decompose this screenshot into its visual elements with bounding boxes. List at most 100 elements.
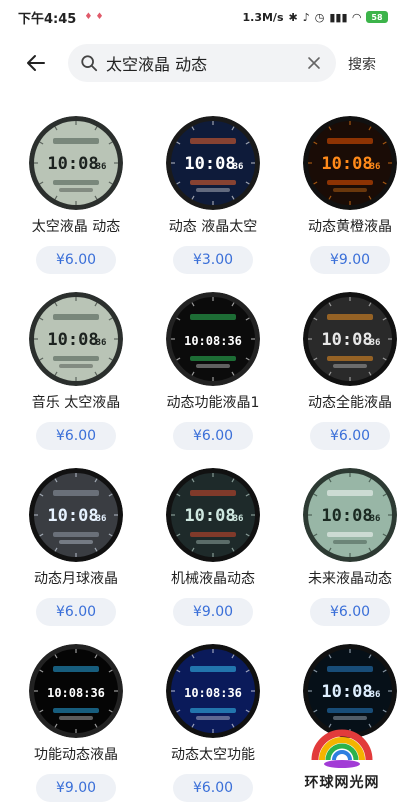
- price-button[interactable]: ¥6.00: [173, 422, 253, 450]
- watch-face-title: 机械液晶动态: [171, 571, 255, 587]
- watch-face-title: 未来液晶动态: [308, 571, 392, 587]
- status-left: 下午4:45 ♦ ♦: [18, 8, 104, 27]
- watch-seconds-text: 36: [96, 514, 107, 524]
- price-button[interactable]: ¥6.00: [36, 422, 116, 450]
- search-header: 搜索: [0, 42, 402, 84]
- watch-face-preview: 10:0836: [29, 292, 123, 386]
- price-button[interactable]: ¥9.00: [36, 774, 116, 802]
- status-bar: 下午4:45 ♦ ♦ 1.3M/s ✱ ♪ ◷ ▮▮▮ ◠ 58: [0, 0, 402, 34]
- wifi-icon: ◠: [352, 10, 361, 24]
- watch-face-preview: 10:0836: [303, 468, 397, 562]
- watermark-logo: 环球网光网: [286, 720, 398, 802]
- price-button[interactable]: ¥9.00: [310, 246, 390, 274]
- search-box[interactable]: [68, 44, 336, 82]
- watch-face-title: 动态全能液晶: [308, 395, 392, 411]
- watch-face-card[interactable]: 10:08:36 功能动态液晶 ¥9.00: [14, 632, 138, 807]
- notification-icon: ♦ ♦: [84, 12, 104, 22]
- watch-face-card[interactable]: 10:08 36 动态全能液晶 ¥6.00: [288, 280, 402, 456]
- bluetooth-icon: ✱: [288, 10, 298, 24]
- price-button[interactable]: ¥6.00: [36, 598, 116, 626]
- watch-face-title: 动态太空功能: [171, 747, 255, 763]
- watch-face-thumbnail[interactable]: 10:08 36: [303, 116, 397, 210]
- watch-face-thumbnail[interactable]: 10:08:36: [29, 644, 123, 738]
- watch-seconds-text: 36: [96, 338, 107, 348]
- search-icon: [81, 55, 98, 72]
- price-button[interactable]: ¥6.00: [173, 774, 253, 802]
- watch-time-text: 10:08: [321, 154, 372, 174]
- watch-face-preview: 10:08:36: [29, 644, 123, 738]
- price-button[interactable]: ¥9.00: [173, 598, 253, 626]
- watch-face-card[interactable]: 10:08 36 动态 液晶太空 ¥3.00: [151, 104, 275, 280]
- watch-face-card[interactable]: 10:08:36 动态功能液晶1 ¥6.00: [151, 280, 275, 456]
- watch-face-thumbnail[interactable]: 10:08 36: [166, 468, 260, 562]
- watch-time-text: 10:08: [47, 330, 98, 350]
- watch-time-text: 10:08: [47, 154, 98, 174]
- watch-time-text: 10:08: [184, 154, 235, 174]
- watch-face-card[interactable]: 10:08 36 音乐 太空液晶 ¥6.00: [14, 280, 138, 456]
- watch-seconds-text: 36: [233, 162, 244, 172]
- alarm-icon: ◷: [314, 10, 325, 24]
- watch-face-title: 功能动态液晶: [34, 747, 118, 763]
- watch-face-title: 动态 液晶太空: [168, 219, 258, 235]
- watermark-text: 环球网光网: [304, 775, 380, 791]
- search-submit-button[interactable]: 搜索: [348, 54, 376, 74]
- watch-time-text: 10:08: [47, 506, 98, 526]
- watch-face-thumbnail[interactable]: 10:08:36: [166, 292, 260, 386]
- watch-face-thumbnail[interactable]: 10:08 36: [29, 116, 123, 210]
- watch-face-card[interactable]: 10:08 36 太空液晶 动态 ¥6.00: [14, 104, 138, 280]
- watch-face-preview: 10:0836: [29, 468, 123, 562]
- clear-button[interactable]: [304, 53, 324, 73]
- status-right: 1.3M/s ✱ ♪ ◷ ▮▮▮ ◠ 58: [242, 10, 388, 24]
- watch-face-thumbnail[interactable]: 10:08 36: [29, 292, 123, 386]
- watch-face-card[interactable]: 10:08:36 动态太空功能 ¥6.00: [151, 632, 275, 807]
- back-arrow-icon: [27, 55, 45, 71]
- price-button[interactable]: ¥6.00: [36, 246, 116, 274]
- back-button[interactable]: [14, 42, 58, 84]
- watch-face-title: 动态黄橙液晶: [308, 219, 392, 235]
- watch-face-preview: 10:0836: [303, 116, 397, 210]
- watch-face-card[interactable]: 10:08 36 动态黄橙液晶 ¥9.00: [288, 104, 402, 280]
- watch-face-preview: 10:0836: [166, 468, 260, 562]
- status-time: 下午4:45: [18, 11, 77, 27]
- watch-face-card[interactable]: 10:08 36 动态月球液晶 ¥6.00: [14, 456, 138, 632]
- watch-time-text: 10:08: [184, 506, 235, 526]
- watch-time-text: 10:08:36: [184, 686, 242, 700]
- watch-seconds-text: 36: [233, 514, 244, 524]
- watch-face-title: 太空液晶 动态: [31, 219, 121, 235]
- close-icon: [308, 57, 320, 69]
- watch-face-thumbnail[interactable]: 10:08 36: [166, 116, 260, 210]
- price-button[interactable]: ¥3.00: [173, 246, 253, 274]
- watch-face-title: 音乐 太空液晶: [31, 395, 121, 411]
- watch-seconds-text: 36: [96, 162, 107, 172]
- watch-face-card[interactable]: 10:08 36 未来液晶动态 ¥6.00: [288, 456, 402, 632]
- battery-icon: 58: [366, 11, 388, 23]
- watch-seconds-text: 36: [370, 690, 381, 700]
- watch-face-preview: 10:0836: [166, 116, 260, 210]
- mute-icon: ♪: [302, 10, 310, 24]
- watch-face-thumbnail[interactable]: 10:08 36: [303, 468, 397, 562]
- watch-face-title: 动态月球液晶: [34, 571, 118, 587]
- watch-face-thumbnail[interactable]: 10:08:36: [166, 644, 260, 738]
- watch-face-card[interactable]: 10:08 36 机械液晶动态 ¥9.00: [151, 456, 275, 632]
- watch-face-thumbnail[interactable]: 10:08 36: [29, 468, 123, 562]
- watch-seconds-text: 36: [370, 514, 381, 524]
- watch-face-preview: 10:0836: [303, 292, 397, 386]
- watch-face-preview: 10:0836: [29, 116, 123, 210]
- watch-time-text: 10:08: [321, 506, 372, 526]
- network-speed: 1.3M/s: [242, 10, 284, 24]
- watch-face-thumbnail[interactable]: 10:08 36: [303, 292, 397, 386]
- watch-time-text: 10:08: [321, 682, 372, 702]
- watch-face-title: 动态功能液晶1: [166, 395, 260, 411]
- signal-icon: ▮▮▮: [329, 10, 348, 24]
- price-button[interactable]: ¥6.00: [310, 422, 390, 450]
- search-input[interactable]: [106, 53, 304, 73]
- watch-time-text: 10:08:36: [47, 686, 105, 700]
- result-grid: 10:08 36 太空液晶 动态 ¥6.00 10:08 36 动态 液晶太空 ¥3.00 10…: [0, 104, 402, 807]
- watch-time-text: 10:08:36: [184, 334, 242, 348]
- watch-time-text: 10:08: [321, 330, 372, 350]
- watch-face-preview: 10:08:36: [166, 644, 260, 738]
- price-button[interactable]: ¥6.00: [310, 598, 390, 626]
- watch-seconds-text: 36: [370, 162, 381, 172]
- watch-face-preview: 10:08:36: [166, 292, 260, 386]
- watch-seconds-text: 36: [370, 338, 381, 348]
